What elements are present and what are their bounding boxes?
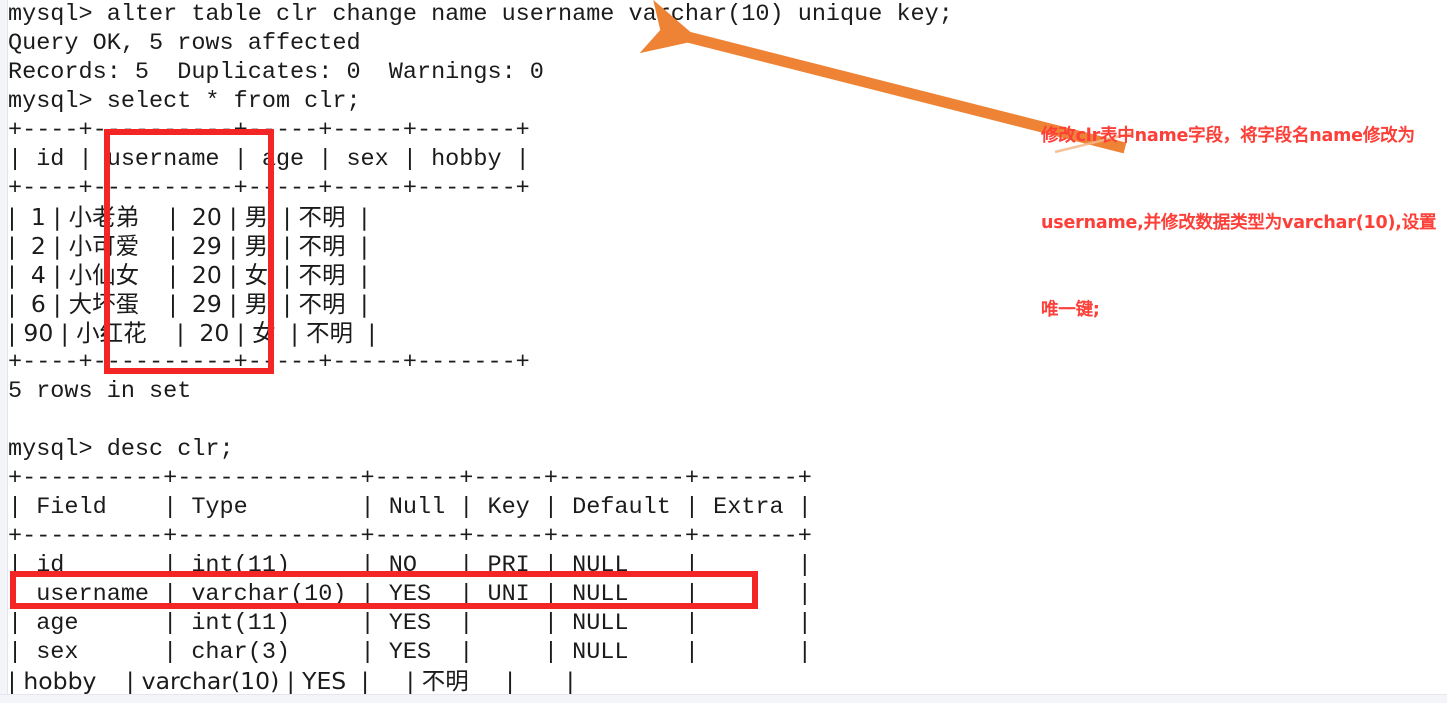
annotation-note-line-2: username,并修改数据类型为varchar(10),设置: [1041, 213, 1437, 233]
table-border-row: +----+----------+-----+-----+-------+: [8, 349, 530, 376]
table-border-row: +----------+-------------+------+-----+-…: [8, 523, 812, 550]
left-gutter-strip: [0, 0, 8, 703]
table-row: | id | int(11) | NO | PRI | NULL | |: [8, 552, 812, 579]
bottom-edge-strip: [0, 694, 1447, 703]
annotation-note-line-3: 唯一键;: [1041, 300, 1100, 320]
table-row: | username | varchar(10) | YES | UNI | N…: [8, 581, 812, 608]
table-row: | 1 | 小老弟 | 20 | 男 | 不明 |: [8, 203, 369, 231]
annotation-note-line-1: 修改clr表中name字段，将字段名name修改为: [1041, 126, 1415, 146]
terminal-line: mysql> select * from clr;: [8, 88, 361, 115]
table-row: | 2 | 小可爱 | 29 | 男 | 不明 |: [8, 232, 369, 260]
terminal-line: Records: 5 Duplicates: 0 Warnings: 0: [8, 59, 544, 86]
table-border-row: +----+----------+-----+-----+-------+: [8, 117, 530, 144]
table-border-row: +----+----------+-----+-----+-------+: [8, 175, 530, 202]
table-row: | 4 | 小仙女 | 20 | 女 | 不明 |: [8, 261, 369, 289]
terminal-line: mysql> desc clr;: [8, 436, 234, 463]
table-header-row: | Field | Type | Null | Key | Default | …: [8, 494, 812, 521]
row-count-text: 5 rows in set: [8, 378, 192, 405]
table-row: | 90 | 小红花 | 20 | 女 | 不明 |: [8, 319, 376, 347]
terminal-output: mysql> alter table clr change name usern…: [8, 0, 1008, 696]
table-row: | 6 | 大坏蛋 | 29 | 男 | 不明 |: [8, 290, 369, 318]
table-border-row: +----------+-------------+------+-----+-…: [8, 465, 812, 492]
terminal-screenshot: mysql> alter table clr change name usern…: [0, 0, 1447, 703]
terminal-line: mysql> alter table clr change name usern…: [8, 1, 953, 28]
table-header-row: | id | username | age | sex | hobby |: [8, 146, 530, 173]
annotation-note: 修改clr表中name字段，将字段名name修改为 username,并修改数据…: [1041, 64, 1441, 383]
table-row: | age | int(11) | YES | | NULL | |: [8, 610, 812, 637]
table-row: | hobby | varchar(10) | YES | | 不明 | |: [8, 667, 575, 695]
terminal-line: Query OK, 5 rows affected: [8, 30, 361, 57]
table-row: | sex | char(3) | YES | | NULL | |: [8, 639, 812, 666]
